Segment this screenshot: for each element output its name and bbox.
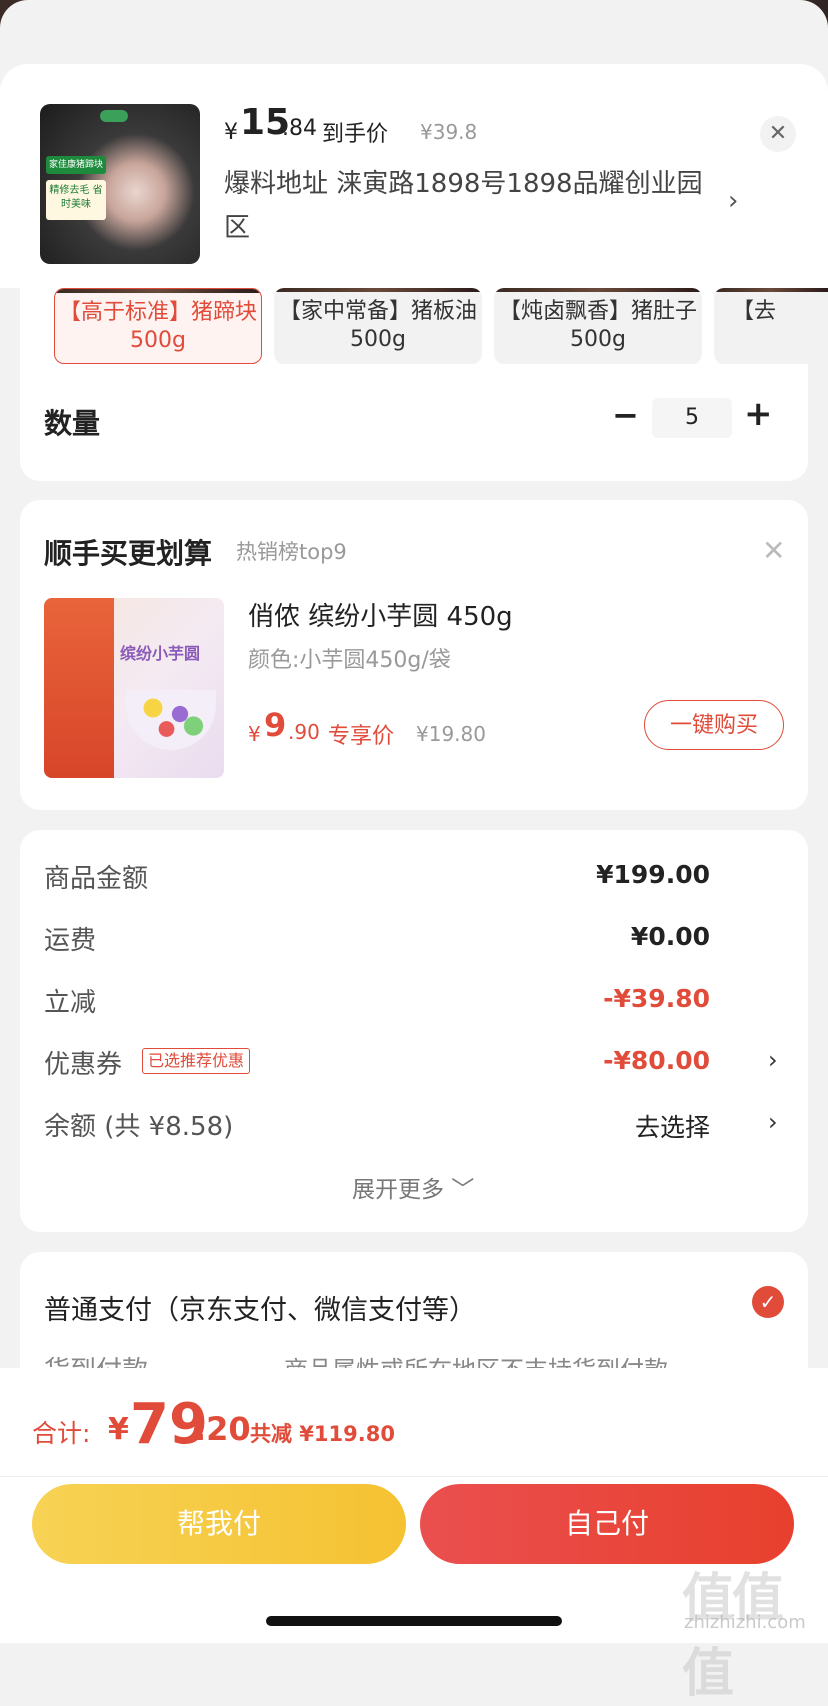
bowl-image (126, 690, 216, 750)
payment-option-normal[interactable]: 普通支付（京东支付、微信支付等） (44, 1288, 476, 1327)
coupon-tag: 已选推荐优惠 (142, 1048, 251, 1074)
recommend-product-name[interactable]: 俏侬 缤纷小芋圆 450g (248, 596, 513, 633)
variant-image-strip (494, 288, 702, 292)
summary-label-shipping: 运费 (44, 926, 97, 956)
variant-image-strip (274, 288, 482, 292)
variant-label: 【家中常备】猪板油500g (278, 299, 477, 352)
total-label: 合计: (32, 1419, 91, 1448)
quantity-increase-button[interactable]: + (744, 394, 773, 434)
total-decimal: .20 (194, 1410, 251, 1448)
total-saved: 共减 ¥119.80 (250, 1422, 395, 1446)
summary-value-shipping: ¥0.00 (630, 922, 710, 951)
variant-option-3[interactable]: 【炖卤飘香】猪肚子500g (494, 288, 702, 364)
variant-label: 【高于标准】猪蹄块500g (58, 300, 257, 353)
variant-image-strip (714, 288, 828, 292)
price-decimal: .90 (288, 720, 320, 744)
recommend-product-image[interactable]: 缤纷小芋圆 (44, 598, 224, 778)
variant-option-4[interactable]: 【去 (714, 288, 828, 364)
price-integer: 9 (264, 706, 287, 744)
recommend-product-spec: 颜色:小芋圆450g/袋 (248, 648, 451, 673)
expand-more-button[interactable]: 展开更多 ﹀ (352, 1170, 474, 1204)
order-sheet: 【高于标准】猪蹄块500g 【家中常备】猪板油500g 【炖卤飘香】猪肚子500… (0, 0, 828, 1579)
quantity-input[interactable]: 5 (652, 398, 732, 438)
chevron-right-icon[interactable]: › (768, 1108, 778, 1136)
close-icon[interactable]: ✕ (762, 534, 785, 567)
divider (0, 1476, 828, 1477)
checkmark-icon[interactable]: ✓ (752, 1286, 784, 1318)
summary-value-discount: -¥39.80 (603, 984, 710, 1013)
price-label: 专享价 (328, 724, 395, 749)
summary-label-coupon[interactable]: 优惠券 (44, 1044, 122, 1081)
original-price: ¥19.80 (416, 722, 486, 746)
help-me-pay-button[interactable]: 帮我付 (32, 1484, 406, 1564)
product-thumbnail[interactable]: 家佳康猪蹄块 精修去毛 省时美味 (40, 104, 200, 264)
recommend-title: 顺手买更划算 (44, 537, 213, 570)
original-price: ¥39.8 (420, 120, 478, 144)
chevron-right-icon[interactable]: › (728, 186, 738, 216)
quantity-label: 数量 (44, 407, 101, 440)
price-label: 到手价 (322, 122, 389, 147)
balance-select-link[interactable]: 去选择 (635, 1108, 710, 1144)
package-text: 缤纷小芋圆 (120, 644, 201, 663)
price-symbol: ¥ (224, 120, 238, 145)
deal-address[interactable]: 爆料地址 涞寅路1898号1898品耀创业园区 (224, 162, 704, 250)
thumb-tag: 精修去毛 省时美味 (46, 180, 106, 220)
promo-banner (44, 598, 114, 778)
chevron-right-icon[interactable]: › (768, 1046, 778, 1074)
variant-label: 【炖卤飘香】猪肚子500g (498, 299, 697, 352)
pay-myself-button[interactable]: 自己付 (420, 1484, 794, 1564)
one-click-buy-button[interactable]: 一键购买 (644, 700, 784, 750)
price-symbol: ¥ (248, 722, 261, 746)
summary-label-balance[interactable]: 余额 (共 ¥8.58) (44, 1106, 233, 1143)
summary-label-discount: 立减 (44, 988, 97, 1018)
watermark-site: zhizhizhi.com (684, 1612, 806, 1633)
brand-logo (100, 110, 128, 122)
thumb-tag: 家佳康猪蹄块 (46, 156, 106, 174)
total-symbol: ¥ (108, 1412, 129, 1447)
variant-label: 【去 (732, 299, 777, 324)
home-indicator[interactable] (266, 1616, 562, 1626)
variant-option-1[interactable]: 【高于标准】猪蹄块500g (54, 288, 262, 364)
quantity-decrease-button[interactable]: − (612, 396, 639, 434)
variant-image-strip (55, 289, 261, 293)
summary-label-subtotal: 商品金额 (44, 864, 149, 894)
price-decimal: .84 (282, 116, 317, 141)
close-icon[interactable]: ✕ (760, 116, 796, 152)
summary-value-subtotal: ¥199.00 (596, 860, 710, 889)
summary-value-coupon[interactable]: -¥80.00 (603, 1046, 710, 1075)
recommend-subtitle: 热销榜top9 (236, 540, 347, 564)
variant-option-2[interactable]: 【家中常备】猪板油500g (274, 288, 482, 364)
